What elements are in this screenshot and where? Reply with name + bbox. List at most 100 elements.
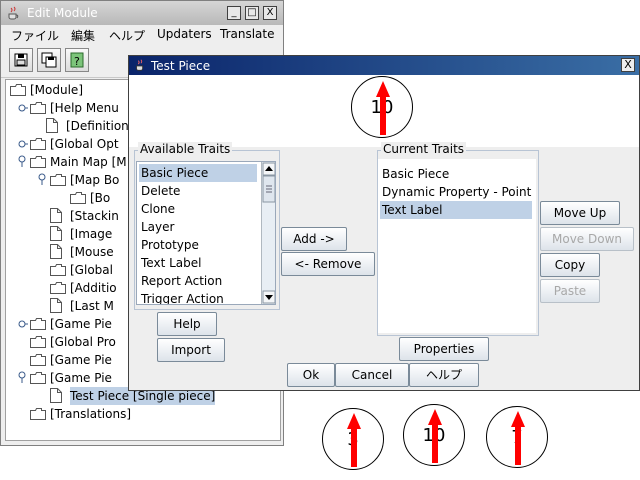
cancel-button[interactable]: Cancel (335, 363, 409, 387)
menu-help[interactable]: ヘルプ (109, 27, 145, 44)
expanded-toggle-icon[interactable] (38, 171, 48, 189)
java-cup-icon (136, 59, 144, 71)
current-trait-item[interactable]: Basic Piece (380, 165, 532, 183)
folder-icon (30, 408, 46, 420)
current-trait-item[interactable]: Text Label (380, 201, 532, 219)
available-trait-item[interactable]: Basic Piece (139, 164, 257, 182)
available-traits-label: Available Traits (138, 142, 233, 156)
current-traits-list[interactable]: Basic Piece Dynamic Property - Point Text … (378, 159, 536, 333)
maximize-button[interactable]: □ (245, 6, 259, 20)
piece-counter[interactable]: 3 (322, 408, 384, 470)
folder-icon (30, 336, 46, 348)
available-trait-item[interactable]: Layer (139, 218, 257, 236)
menu-edit[interactable]: 編集 (71, 27, 95, 44)
dialog-close-button[interactable]: X (621, 58, 635, 72)
minimize-button[interactable]: _ (227, 6, 241, 20)
expanded-toggle-icon[interactable] (18, 369, 28, 387)
dialog-title-bar[interactable]: Test Piece X (129, 56, 639, 75)
folder-icon (30, 372, 46, 384)
tree-node-label: [Global Opt (50, 137, 119, 151)
document-icon (50, 298, 62, 313)
folder-icon (50, 174, 66, 186)
menu-updaters[interactable]: Updaters (157, 27, 212, 41)
document-icon (46, 118, 58, 133)
move-down-button[interactable]: Move Down (540, 227, 634, 251)
current-trait-item[interactable]: Dynamic Property - Point (380, 183, 532, 201)
remove-button[interactable]: <- Remove (281, 252, 375, 276)
tree-node-label: [Global (70, 263, 113, 277)
collapsed-toggle-icon[interactable] (18, 99, 28, 117)
help-jp-button[interactable]: ヘルプ (409, 363, 479, 387)
folder-icon (30, 138, 46, 150)
tree-node-label: [Help Menu (50, 101, 119, 115)
document-icon (50, 244, 62, 259)
available-traits-scrollbar[interactable] (261, 162, 275, 304)
folder-icon (50, 264, 66, 276)
piece-counter[interactable]: 7 (486, 406, 548, 468)
menu-file[interactable]: ファイル (11, 27, 59, 44)
ok-button[interactable]: Ok (287, 363, 335, 387)
tree-node-label: [Game Pie (50, 317, 112, 331)
document-icon (50, 388, 62, 403)
expanded-toggle-icon[interactable] (5, 81, 8, 99)
paste-button[interactable]: Paste (540, 279, 600, 303)
tree-node-label: [Definition (66, 119, 129, 133)
tree-node-label: [Global Pro (50, 335, 116, 349)
help-trait-button[interactable]: Help (157, 312, 217, 336)
add-button[interactable]: Add -> (281, 227, 347, 251)
folder-icon (10, 84, 26, 96)
tree-node-label: [Module] (30, 83, 83, 97)
main-title-bar[interactable]: Edit Module _ □ X (1, 1, 283, 26)
tree-node-label: [Game Pie (50, 371, 112, 385)
tree-node-label: [Bo (90, 191, 111, 205)
java-cup-icon (8, 6, 19, 20)
collapsed-toggle-icon[interactable] (18, 135, 28, 153)
menu-bar: ファイル 編集 ヘルプ Updaters Translate (1, 25, 283, 45)
svg-text:?: ? (74, 55, 80, 68)
save-button[interactable] (9, 48, 33, 72)
available-trait-item[interactable]: Report Action (139, 272, 257, 290)
arrow-up-icon (428, 409, 442, 463)
save-icon (14, 53, 28, 67)
copy-button[interactable]: Copy (540, 253, 600, 277)
tree-node-label: [Stackin (70, 209, 119, 223)
arrow-up-icon (511, 411, 525, 465)
menu-translate[interactable]: Translate (220, 27, 275, 41)
close-button[interactable]: X (263, 6, 277, 20)
folder-icon (30, 354, 46, 366)
document-icon (50, 226, 62, 241)
collapsed-toggle-icon[interactable] (18, 315, 28, 333)
properties-button[interactable]: Properties (399, 337, 489, 361)
arrow-up-icon (347, 413, 361, 467)
folder-icon (70, 192, 86, 204)
save-as-icon (41, 52, 57, 68)
document-icon (50, 208, 62, 223)
help-icon: ? (70, 52, 84, 68)
move-up-button[interactable]: Move Up (540, 201, 620, 225)
current-traits-label: Current Traits (381, 142, 467, 156)
folder-icon (30, 318, 46, 330)
folder-icon (30, 102, 46, 114)
tree-node-label: [Game Pie (50, 353, 112, 367)
tree-node-label: [Last M (70, 299, 114, 313)
available-trait-item[interactable]: Prototype (139, 236, 257, 254)
available-trait-item[interactable]: Delete (139, 182, 257, 200)
help-button[interactable]: ? (65, 48, 89, 72)
available-trait-item[interactable]: Clone (139, 200, 257, 218)
available-trait-item[interactable]: Text Label (139, 254, 257, 272)
tree-node-label: [Map Bo (70, 173, 120, 187)
save-as-button[interactable] (37, 48, 61, 72)
piece-counter[interactable]: 10 (403, 404, 465, 466)
expanded-toggle-icon[interactable] (18, 153, 28, 171)
dialog-title: Test Piece (151, 59, 211, 73)
available-trait-item[interactable]: Trigger Action (139, 290, 257, 304)
available-traits-list[interactable]: Basic Piece Delete Clone Layer Prototype Text… (136, 161, 276, 305)
tree-node-label: [Additio (70, 281, 117, 295)
main-window-title: Edit Module (27, 6, 98, 20)
import-button[interactable]: Import (157, 338, 225, 362)
piece-preview-counter[interactable]: 10 (351, 76, 413, 138)
arrow-up-icon (376, 81, 390, 135)
folder-icon (30, 156, 46, 168)
tree-node-label: [Image (70, 227, 113, 241)
tree-node-label: Main Map [M (50, 155, 127, 169)
